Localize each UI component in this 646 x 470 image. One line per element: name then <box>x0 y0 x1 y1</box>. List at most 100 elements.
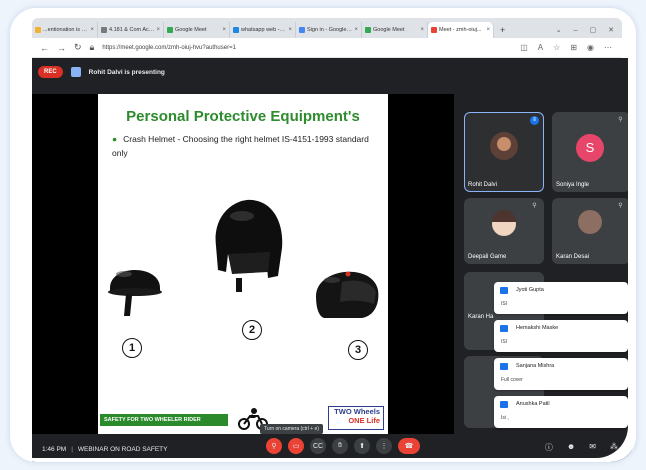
tab-title: Sign in - Google Acco... <box>307 27 352 33</box>
participant-tile[interactable]: ⚲ Karan Desai <box>552 198 630 264</box>
bullet-icon: ● <box>112 134 118 144</box>
minimize-icon[interactable]: – <box>574 27 578 34</box>
tab-favicon-icon <box>167 27 173 33</box>
helmet-label-2: 2 <box>242 320 262 340</box>
slide-banner: SAFETY FOR TWO WHEELER RIDER TWO Wheels … <box>98 402 388 434</box>
chat-text: Full cover <box>501 377 523 383</box>
chevron-down-icon[interactable]: ⌄ <box>556 26 562 34</box>
collections-icon[interactable]: ⊞ <box>570 43 577 52</box>
close-tab-icon[interactable]: × <box>222 27 226 33</box>
browser-tab[interactable]: 4.181 & Com Account...× <box>98 22 164 38</box>
slide-title: Personal Protective Equipment's <box>126 108 360 125</box>
recording-badge: REC <box>38 66 63 78</box>
present-screen-icon: ⬆ <box>359 443 365 450</box>
back-arrow-icon[interactable]: ← <box>40 43 49 53</box>
reload-icon[interactable]: ↻ <box>74 42 82 53</box>
tab-favicon-icon <box>431 27 437 33</box>
chat-bubble-icon <box>500 363 508 370</box>
close-tab-icon[interactable]: × <box>486 27 490 33</box>
chat-text: ISI <box>501 339 508 345</box>
browser-tab[interactable]: Sign in - Google Acco...× <box>296 22 362 38</box>
banner-left-text: SAFETY FOR TWO WHEELER RIDER <box>100 414 228 426</box>
close-tab-icon[interactable]: × <box>354 27 358 33</box>
captions-button[interactable]: CC <box>310 438 326 454</box>
more-vertical-icon: ⋮ <box>380 443 388 450</box>
maximize-icon[interactable]: ▢ <box>590 26 597 34</box>
tab-favicon-icon <box>233 27 239 33</box>
chat-author: Anushka Patil <box>516 401 550 407</box>
chat-author: Hemakshi Maske <box>516 325 559 331</box>
speaking-indicator-icon: ≡ <box>530 116 539 125</box>
address-bar: ← → ↻ 🔒︎ https://meet.google.com/zmh-oiu… <box>32 38 622 58</box>
chat-icon[interactable]: ✉ <box>589 442 596 453</box>
presentation-slide: Personal Protective Equipment's ● Crash H… <box>98 94 388 434</box>
participant-tile[interactable]: S ⚲ Soniya Ingle <box>552 112 630 192</box>
tab-favicon-icon <box>35 27 41 33</box>
meet-window: REC Rohit Dalvi is presenting Personal P… <box>32 58 632 462</box>
tab-title: ...entionation is Rea... <box>43 27 89 33</box>
mic-off-icon: ⚲ <box>618 117 623 123</box>
participant-tile[interactable]: ≡ Rohit Dalvi <box>464 112 544 192</box>
chat-message[interactable]: Anushka Patil Isi , <box>494 396 628 428</box>
tab-title: Meet - zmh-oiuj... <box>439 27 482 33</box>
chat-message[interactable]: Sanjana Mishra Full cover <box>494 358 628 390</box>
url-field[interactable]: https://meet.google.com/zmh-oiuj-hvu?aut… <box>102 45 512 51</box>
chat-bubble-icon <box>500 287 508 294</box>
info-icon[interactable]: ⓘ <box>545 442 553 453</box>
phone-hangup-icon: ☎ <box>404 443 414 450</box>
more-options-icon[interactable]: ⋯ <box>604 43 612 52</box>
profile-icon[interactable]: ◉ <box>587 43 594 52</box>
participant-name: Rohit Dalvi <box>468 182 498 188</box>
close-tab-icon[interactable]: × <box>156 27 160 33</box>
tab-favicon-icon <box>365 27 371 33</box>
favorite-star-icon[interactable]: ☆ <box>553 43 560 52</box>
new-tab-button[interactable]: + <box>494 22 511 38</box>
chat-bubble-icon <box>500 325 508 332</box>
close-window-icon[interactable]: ✕ <box>608 26 614 34</box>
read-aloud-icon[interactable]: A <box>538 43 543 52</box>
participant-name: Deepali Game <box>468 254 507 260</box>
raise-hand-button[interactable]: ✋︎ <box>332 438 348 454</box>
address-bar-icons: ◫ A ☆ ⊞ ◉ ⋯ <box>520 43 622 52</box>
chat-text: ISI <box>501 301 508 307</box>
bullet-text: Crash Helmet - Choosing the right helmet… <box>112 134 369 158</box>
browser-tab-active[interactable]: Meet - zmh-oiuj... × <box>428 22 494 38</box>
tab-title: Google Meet <box>175 27 207 33</box>
open-face-helmet-image <box>215 199 283 292</box>
tab-favicon-icon <box>299 27 305 33</box>
presentation-area: Personal Protective Equipment's ● Crash H… <box>32 94 454 434</box>
side-panel-controls: ⓘ ☻ ✉ ⁂ <box>545 442 618 453</box>
leave-call-button[interactable]: ☎ <box>398 438 420 454</box>
window-controls: ⌄ – ▢ ✕ <box>556 22 622 38</box>
camera-blocked-icon[interactable]: ◫ <box>520 43 528 52</box>
browser-tab[interactable]: Google Meet × <box>362 22 428 38</box>
browser-tab[interactable]: whatsapp web - Bing× <box>230 22 296 38</box>
tab-title: Google Meet <box>373 27 405 33</box>
half-helmet-image <box>108 270 162 316</box>
banner-right-line1: TWO Wheels <box>334 407 380 416</box>
close-tab-icon[interactable]: × <box>90 27 94 33</box>
banner-right-line2: ONE Life <box>348 416 380 425</box>
participant-photo-hair <box>492 210 516 222</box>
more-options-button[interactable]: ⋮ <box>376 438 392 454</box>
tab-favicon-icon <box>101 27 107 33</box>
mic-toggle-button[interactable]: ⚲ <box>266 438 282 454</box>
browser-tab[interactable]: ...entionation is Rea...× <box>32 22 98 38</box>
activities-icon[interactable]: ⁂ <box>610 442 618 453</box>
people-icon[interactable]: ☻ <box>567 442 575 453</box>
browser-tab[interactable]: Google Meet × <box>164 22 230 38</box>
chat-bubble-icon <box>500 401 508 408</box>
close-tab-icon[interactable]: × <box>420 27 424 33</box>
camera-toggle-button[interactable]: ▭ <box>288 438 304 454</box>
presenter-avatar-icon <box>70 67 81 77</box>
chat-text: Isi , <box>501 415 509 421</box>
helmet-label-1: 1 <box>122 338 142 358</box>
chat-message[interactable]: Hemakshi Maske ISI <box>494 320 628 352</box>
chat-author: Sanjana Mishra <box>516 363 555 369</box>
chat-message[interactable]: Jyoti Gupta ISI <box>494 282 628 314</box>
present-button[interactable]: ⬆ <box>354 438 370 454</box>
forward-arrow-icon[interactable]: → <box>57 43 66 53</box>
mic-off-icon: ⚲ <box>618 203 623 209</box>
close-tab-icon[interactable]: × <box>288 27 292 33</box>
participant-tile[interactable]: ⚲ Deepali Game <box>464 198 544 264</box>
